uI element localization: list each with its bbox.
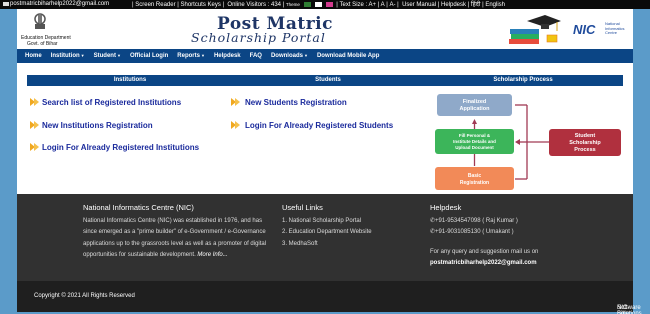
nic-description: National Informatics Centre (NIC) was es… — [83, 218, 267, 258]
helpdesk-link[interactable]: Helpdesk — [441, 2, 466, 8]
top-utility-bar: postmatricbiharhelp2022@gmail.com | Scre… — [0, 0, 650, 9]
useful-links-list: 1. National Scholarship Portal 2. Educat… — [282, 216, 372, 250]
nav-helpdesk[interactable]: Helpdesk — [214, 53, 241, 59]
nic-bihar-link[interactable]: NIC-Bihar — [617, 305, 631, 314]
theme-green-swatch[interactable] — [303, 1, 311, 7]
theme-pink-swatch[interactable] — [325, 1, 333, 7]
chevron-down-icon: ▼ — [200, 53, 205, 58]
nav-downloads[interactable]: Downloads▼ — [271, 53, 308, 59]
useful-link-education-dept[interactable]: 2. Education Department Website — [282, 227, 372, 238]
new-institution-registration-link[interactable]: New Institutions Registration — [42, 121, 153, 130]
svg-text:Scholarship: Scholarship — [569, 140, 601, 146]
theme-label: Theme — [285, 2, 300, 7]
svg-text:Upload Document: Upload Document — [455, 145, 494, 150]
screen-reader-link[interactable]: Screen Reader — [135, 2, 175, 8]
text-size-controls[interactable]: Text Size : A+ | A — [340, 2, 385, 8]
hindi-link[interactable]: हिंदी — [471, 2, 480, 8]
chevron-down-icon: ▼ — [80, 53, 85, 58]
nic-footer-heading: National Informatics Centre (NIC) — [83, 203, 194, 212]
nic-logo-short: NIC — [573, 22, 596, 37]
students-heading: Students — [223, 75, 433, 86]
main-navigation: Home Institution▼ Student▼ Official Logi… — [17, 49, 633, 63]
svg-text:Registration: Registration — [460, 180, 489, 186]
svg-text:Fill Personal &: Fill Personal & — [459, 133, 491, 138]
copyright-bar: Copyright © 2021 All Rights Reserved Sof… — [17, 281, 642, 314]
svg-text:Application: Application — [460, 106, 491, 112]
scholarship-process-diagram: Finalized Application Fill Personal & In… — [435, 94, 621, 190]
department-name: Education Department Govt. of Bihar — [21, 35, 71, 47]
finalized-application-box — [437, 94, 512, 116]
portal-subtitle: Scholarship Portal — [191, 30, 326, 45]
student-login-link[interactable]: Login For Already Registered Students — [245, 121, 393, 130]
mail-icon — [3, 1, 9, 6]
svg-text:Finalized: Finalized — [463, 99, 487, 105]
helpdesk-contacts: ✆+91-9534547098 ( Raj Kumar ) ✆+91-90310… — [430, 216, 538, 269]
site-footer: National Informatics Centre (NIC) Nation… — [17, 194, 633, 281]
copyright-text: Copyright © 2021 All Rights Reserved — [34, 293, 135, 299]
online-visitors: Online Visitors : 434 — [227, 2, 282, 8]
svg-text:Basic: Basic — [468, 173, 482, 179]
arrow-right-icon — [231, 98, 240, 106]
english-link[interactable]: English — [485, 2, 505, 8]
theme-white-swatch[interactable] — [314, 1, 322, 7]
contact-email[interactable]: postmatricbiharhelp2022@gmail.com — [3, 0, 109, 9]
arrow-right-icon — [30, 121, 39, 129]
chevron-down-icon: ▼ — [303, 53, 308, 58]
helpdesk-phone-1[interactable]: +91-9534547098 ( Raj Kumar ) — [435, 218, 518, 224]
nav-home[interactable]: Home — [25, 53, 42, 59]
scholarship-process-heading: Scholarship Process — [423, 75, 623, 86]
arrow-right-icon — [30, 143, 39, 151]
useful-link-nsp[interactable]: 1. National Scholarship Portal — [282, 216, 372, 227]
useful-link-medhasoft[interactable]: 3. MedhaSoft — [282, 239, 372, 250]
nav-official-login[interactable]: Official Login — [130, 53, 168, 59]
shortcut-keys-link[interactable]: Shortcuts Keys — [181, 2, 221, 8]
nic-logo: NIC National Informatics Centre — [573, 21, 625, 37]
nav-download-mobile-app[interactable]: Download Mobile App — [317, 53, 379, 59]
helpdesk-email[interactable]: postmatricbiharhelp2022@gmail.com — [430, 258, 538, 269]
more-info-link[interactable]: More Info... — [197, 252, 227, 258]
chevron-down-icon: ▼ — [116, 53, 121, 58]
useful-links-heading: Useful Links — [282, 203, 323, 212]
institutions-heading: Institutions — [27, 75, 233, 86]
main-content: Institutions Students Scholarship Proces… — [17, 63, 633, 194]
nav-faq[interactable]: FAQ — [250, 53, 262, 59]
user-manual-link[interactable]: User Manual — [402, 2, 436, 8]
new-student-registration-link[interactable]: New Students Registration — [245, 98, 347, 107]
svg-text:Process: Process — [574, 147, 595, 153]
helpdesk-heading: Helpdesk — [430, 203, 462, 212]
arrow-right-icon — [30, 98, 39, 106]
svg-text:Student: Student — [575, 133, 596, 139]
svg-text:Institute Details and: Institute Details and — [453, 139, 496, 144]
graduation-books-icon — [509, 15, 561, 44]
accessibility-links: | Screen Reader | Shortcuts Keys | Onlin… — [132, 1, 505, 8]
nav-student[interactable]: Student▼ — [94, 53, 121, 59]
search-registered-institutions-link[interactable]: Search list of Registered Institutions — [42, 98, 181, 107]
text-size-decrease[interactable]: A- — [390, 2, 396, 8]
arrow-right-icon — [231, 121, 240, 129]
helpdesk-phone-2[interactable]: +91-9031085130 ( Umakant ) — [435, 229, 514, 235]
site-header: Education Department Govt. of Bihar Post… — [17, 9, 633, 49]
nav-reports[interactable]: Reports▼ — [177, 53, 205, 59]
institution-login-link[interactable]: Login For Already Registered Institution… — [42, 143, 199, 152]
nav-institution[interactable]: Institution▼ — [51, 53, 85, 59]
bihar-emblem-icon — [34, 13, 46, 29]
